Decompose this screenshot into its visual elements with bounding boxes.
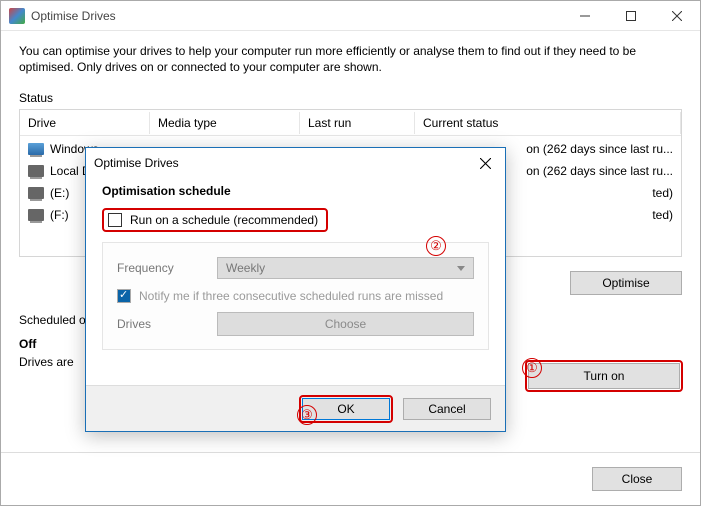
dialog-title: Optimise Drives <box>94 156 473 170</box>
dialog-titlebar: Optimise Drives <box>86 148 505 178</box>
run-schedule-highlight: Run on a schedule (recommended) <box>102 208 328 232</box>
notify-label: Notify me if three consecutive scheduled… <box>139 289 443 303</box>
schedule-dialog: Optimise Drives Optimisation schedule Ru… <box>85 147 506 432</box>
description-text: You can optimise your drives to help you… <box>19 43 682 75</box>
ok-highlight: OK <box>299 395 393 423</box>
frequency-label: Frequency <box>117 261 217 275</box>
drive-status: ted) <box>652 208 673 222</box>
dialog-close-button[interactable] <box>473 151 497 175</box>
footer-separator <box>1 452 700 453</box>
close-window-button[interactable] <box>654 1 700 31</box>
drive-icon <box>28 165 44 177</box>
run-schedule-checkbox[interactable] <box>108 213 122 227</box>
drive-status: ted) <box>652 186 673 200</box>
maximize-button[interactable] <box>608 1 654 31</box>
drives-row: Drives Choose <box>117 309 474 339</box>
minimize-button[interactable] <box>562 1 608 31</box>
col-status[interactable]: Current status <box>415 112 681 134</box>
drive-icon <box>28 209 44 221</box>
choose-button[interactable]: Choose <box>217 312 474 336</box>
cancel-button[interactable]: Cancel <box>403 398 491 420</box>
run-schedule-label: Run on a schedule (recommended) <box>130 213 318 227</box>
col-last[interactable]: Last run <box>300 112 415 134</box>
notify-checkbox[interactable] <box>117 289 131 303</box>
dialog-section-title: Optimisation schedule <box>102 184 489 198</box>
table-header: Drive Media type Last run Current status <box>20 110 681 136</box>
ok-button[interactable]: OK <box>302 398 390 420</box>
frequency-select[interactable]: Weekly <box>217 257 474 279</box>
schedule-form: Frequency Weekly Notify me if three cons… <box>102 242 489 350</box>
frequency-value: Weekly <box>226 261 265 275</box>
col-media[interactable]: Media type <box>150 112 300 134</box>
optimise-button[interactable]: Optimise <box>570 271 682 295</box>
turn-on-button[interactable]: Turn on <box>528 363 680 389</box>
window-title: Optimise Drives <box>31 9 562 23</box>
close-row: Close <box>592 467 682 491</box>
drives-label: Drives <box>117 317 217 331</box>
dialog-body: Optimisation schedule Run on a schedule … <box>86 178 505 350</box>
chevron-down-icon <box>457 266 465 271</box>
drive-icon <box>28 187 44 199</box>
drive-icon <box>28 143 44 155</box>
app-icon <box>9 8 25 24</box>
drive-status: on (262 days since last ru... <box>526 164 673 178</box>
dialog-buttons: OK Cancel <box>86 385 505 431</box>
frequency-row: Frequency Weekly <box>117 253 474 283</box>
drive-status: on (262 days since last ru... <box>526 142 673 156</box>
status-label: Status <box>19 91 682 105</box>
turn-on-highlight: Turn on <box>525 360 683 392</box>
col-drive[interactable]: Drive <box>20 112 150 134</box>
close-button[interactable]: Close <box>592 467 682 491</box>
titlebar: Optimise Drives <box>1 1 700 31</box>
notify-row: Notify me if three consecutive scheduled… <box>117 289 474 303</box>
